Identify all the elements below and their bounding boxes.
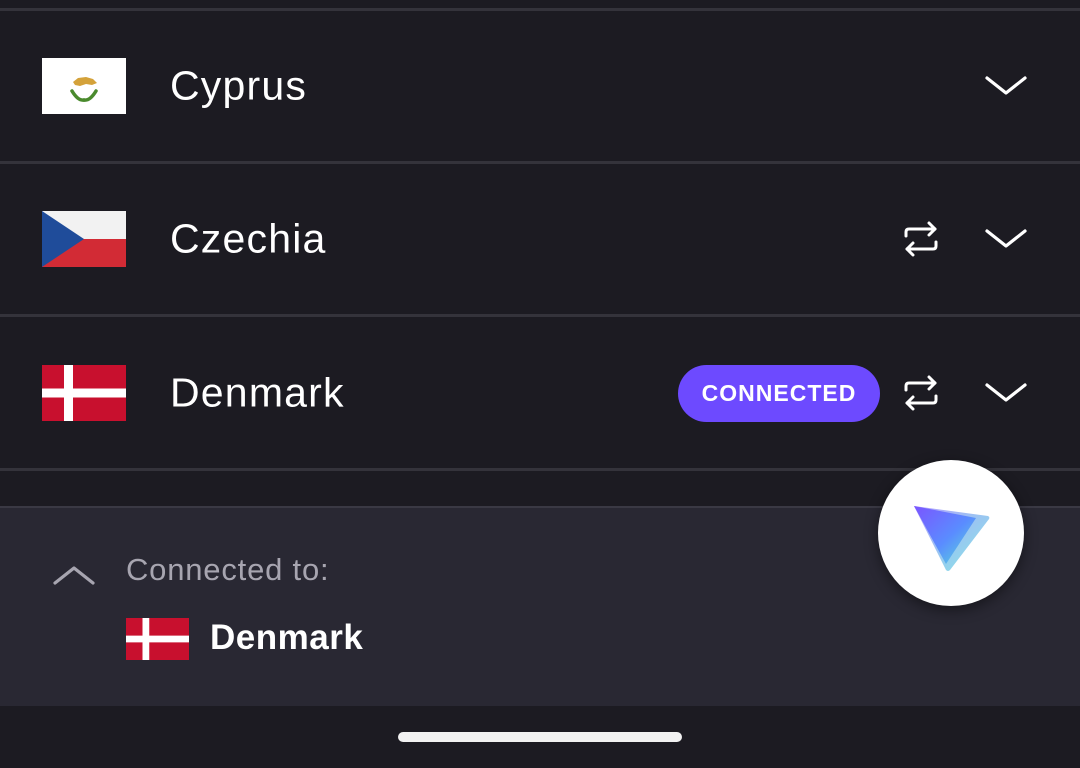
chevron-up-icon[interactable] — [52, 560, 96, 588]
chevron-down-icon[interactable] — [984, 224, 1028, 254]
vpn-connect-button[interactable] — [878, 460, 1024, 606]
connected-badge: CONNECTED — [678, 365, 880, 422]
chevron-down-icon[interactable] — [984, 71, 1028, 101]
cyprus-flag-icon — [42, 58, 126, 114]
country-name: Czechia — [170, 215, 327, 262]
system-navigation-bar — [0, 706, 1080, 768]
proton-vpn-logo-icon — [914, 506, 990, 571]
country-row-denmark[interactable]: Denmark CONNECTED — [0, 318, 1080, 471]
denmark-flag-icon — [42, 365, 126, 421]
connected-country-name: Denmark — [210, 618, 364, 657]
chevron-down-icon[interactable] — [984, 378, 1028, 408]
swap-arrows-icon[interactable] — [900, 220, 942, 258]
country-name: Denmark — [170, 369, 345, 416]
czechia-flag-icon — [42, 211, 126, 267]
denmark-flag-icon — [126, 618, 189, 660]
home-indicator[interactable] — [398, 732, 682, 742]
country-row-cyprus[interactable]: Cyprus — [0, 11, 1080, 164]
swap-arrows-icon[interactable] — [900, 374, 942, 412]
country-row-czechia[interactable]: Czechia — [0, 164, 1080, 317]
connected-to-label: Connected to: — [126, 552, 330, 587]
country-list-screen: Cyprus Czechia Denmark CONNECTED Connect… — [0, 0, 1080, 768]
country-name: Cyprus — [170, 62, 308, 109]
